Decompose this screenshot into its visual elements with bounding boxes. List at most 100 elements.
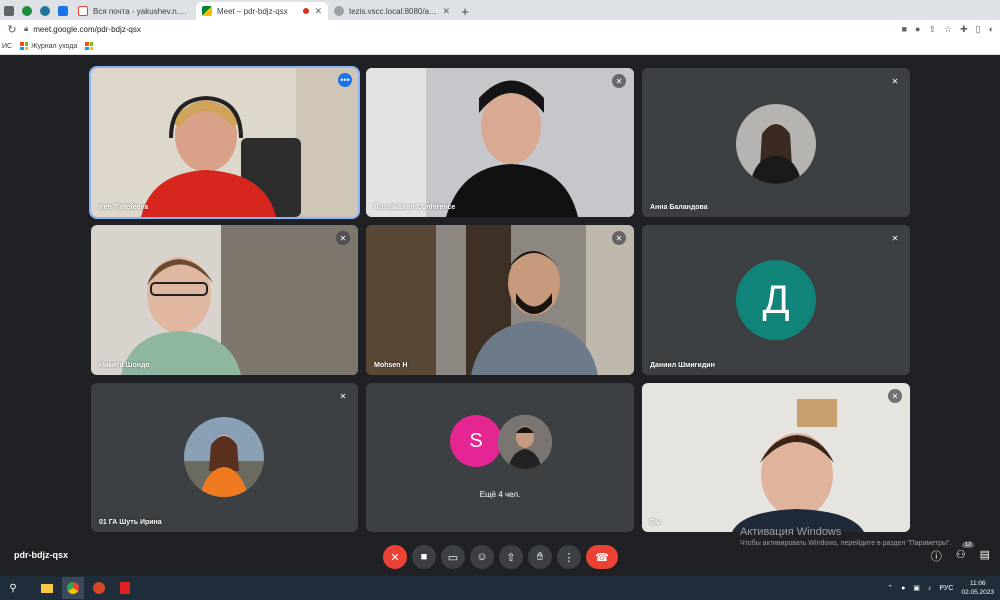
participant-video [91, 225, 358, 375]
reload-icon[interactable]: ↻ [6, 23, 18, 36]
mic-icon[interactable]: ● [915, 24, 920, 34]
participant-name: Вы [650, 519, 662, 526]
tab-meet[interactable]: Meet – pdr-bdjz-qsx ✕ [196, 2, 328, 20]
info-icon[interactable]: ⓘ [931, 548, 942, 564]
more-participants-label: Ещё 4 чел. [479, 490, 521, 499]
emoji-icon: ☺ [476, 551, 488, 563]
language-indicator[interactable]: РУС [939, 585, 953, 592]
address-bar-row: ↻ 🔒︎ meet.google.com/pdr-bdjz-qsx ■ ● ⇪ … [0, 20, 1000, 38]
participant-name: 01 ГА Шуть Ирина [99, 519, 162, 526]
star-icon[interactable]: ☆ [944, 24, 952, 35]
participant-avatar [184, 417, 264, 497]
participant-tile[interactable]: ✕ Mohsen H [366, 225, 634, 375]
chevron-up-icon[interactable]: ⌃ [887, 584, 893, 592]
search-icon[interactable]: ⚲ [2, 577, 24, 599]
tab-pinned-4[interactable] [54, 2, 72, 20]
bookmark-item[interactable]: ИС [2, 43, 12, 50]
address-bar[interactable]: 🔒︎ meet.google.com/pdr-bdjz-qsx [24, 22, 896, 36]
participant-tile[interactable]: ✕ 01 ГА Шуть Ирина [91, 383, 358, 532]
volume-icon[interactable]: ♪ [928, 585, 932, 592]
captions-button[interactable]: ▭ [441, 545, 465, 569]
file-explorer-icon[interactable] [36, 577, 58, 599]
extensions-icon[interactable]: ✚ [960, 24, 968, 35]
watermark-title: Активация Windows [740, 526, 842, 538]
people-button[interactable]: ⚇ 12 [955, 542, 975, 564]
profile-icon[interactable]: ◐ [989, 24, 994, 34]
tab-pinned-3[interactable] [36, 2, 54, 20]
people-icon: ⚇ [955, 549, 966, 561]
camera-icon: ■ [420, 551, 428, 563]
self-tile[interactable]: ✕ Вы [642, 383, 910, 532]
mic-icon[interactable]: ● [901, 585, 905, 592]
globe-icon [334, 6, 344, 16]
participant-video [642, 383, 910, 532]
avatar-group: S [450, 415, 560, 471]
hand-icon: ✋︎ [536, 550, 544, 563]
more-options-button[interactable]: ⋮ [557, 545, 581, 569]
captions-icon: ▭ [447, 551, 459, 564]
lock-icon[interactable]: 🔒︎ [24, 24, 28, 34]
leave-call-button[interactable]: ☎ [586, 545, 618, 569]
green-circle-icon [22, 6, 32, 16]
sidebar-icon[interactable]: ▯ [976, 24, 981, 35]
clock[interactable]: 11:06 02.05.2023 [961, 579, 994, 597]
more-vert-icon: ⋮ [563, 551, 575, 564]
address-text: meet.google.com/pdr-bdjz-qsx [33, 24, 141, 34]
participant-tile[interactable]: ••• Iren Timofeeva [89, 66, 360, 219]
participant-tile[interactable]: ✕ Анна Баландова [642, 68, 910, 217]
participant-name: Анна Баландова [650, 204, 708, 211]
chrome-icon[interactable] [62, 577, 84, 599]
participant-name: Никита Шондо [99, 362, 150, 369]
more-participants-tile[interactable]: S Ещё 4 чел. [366, 383, 634, 532]
present-icon: ⇧ [506, 551, 516, 564]
bookmarks-bar: ИС Журнал ухода [0, 38, 1000, 55]
wordpress-icon [40, 6, 50, 16]
cube-icon [4, 6, 14, 16]
camera-icon[interactable]: ■ [902, 24, 907, 34]
bookmark-item[interactable] [85, 42, 96, 50]
participant-name: Mohsen H [374, 362, 408, 369]
tab-tezis[interactable]: tezis.vscc.local:8080/app ✕ [328, 2, 456, 20]
participant-name: Iren Timofeeva [99, 204, 149, 211]
raise-hand-button[interactable]: ✋︎ [528, 545, 552, 569]
participant-tile[interactable]: ✕ Никита Шондо [91, 225, 358, 375]
tab-pinned-2[interactable] [18, 2, 36, 20]
browser-tab-bar: Вся почта - yakushev.n.o@gmail Meet – pd… [0, 0, 1000, 20]
mic-off-icon: ✕ [612, 231, 626, 245]
windows-icon [20, 42, 29, 50]
meeting-controls: pdr-bdjz-qsx ✕ ■ ▭ ☺ ⇧ ✋︎ ⋮ ☎ ⓘ ⚇ 12 ▤ [0, 540, 1000, 576]
mic-off-icon: ✕ [612, 74, 626, 88]
participant-tile[interactable]: ✕ Russia&Iran Conference [366, 68, 634, 217]
system-tray: ⌃ ● ▣ ♪ РУС 11:06 02.05.2023 [887, 576, 994, 600]
chat-icon[interactable]: ▤ [980, 548, 990, 564]
mic-off-icon: ✕ [336, 231, 350, 245]
participant-name: Даниил Шмигидин [650, 362, 715, 369]
pdf-icon[interactable] [114, 577, 136, 599]
hangup-icon: ☎ [595, 551, 609, 564]
participant-video [366, 68, 634, 217]
close-icon[interactable]: ✕ [314, 6, 322, 17]
mic-toggle-button[interactable]: ✕ [383, 545, 407, 569]
windows-icon [85, 42, 94, 50]
close-icon[interactable]: ✕ [442, 6, 450, 17]
tab-title: Вся почта - yakushev.n.o@gmail [93, 6, 190, 16]
reactions-button[interactable]: ☺ [470, 545, 494, 569]
camera-toggle-button[interactable]: ■ [412, 545, 436, 569]
new-tab-button[interactable]: + [456, 2, 474, 20]
tab-gmail[interactable]: Вся почта - yakushev.n.o@gmail [72, 2, 196, 20]
gmail-icon [78, 6, 88, 16]
present-button[interactable]: ⇧ [499, 545, 523, 569]
bookmark-item[interactable]: Журнал ухода [20, 42, 77, 50]
powerpoint-icon[interactable] [88, 577, 110, 599]
mic-off-icon: ✕ [390, 551, 400, 564]
taskbar: ⚲ ⌃ ● ▣ ♪ РУС 11:06 02.05.2023 [0, 576, 1000, 600]
share-icon[interactable]: ⇪ [928, 24, 936, 35]
participant-avatar: Д [736, 260, 816, 340]
document-icon [58, 6, 68, 16]
more-options-icon[interactable]: ••• [338, 73, 352, 87]
network-icon[interactable]: ▣ [913, 584, 920, 592]
tab-pinned-1[interactable] [0, 2, 18, 20]
participant-tile[interactable]: Д ✕ Даниил Шмигидин [642, 225, 910, 375]
mic-off-icon: ✕ [336, 389, 350, 403]
tab-title: Meet – pdr-bdjz-qsx [217, 6, 288, 16]
